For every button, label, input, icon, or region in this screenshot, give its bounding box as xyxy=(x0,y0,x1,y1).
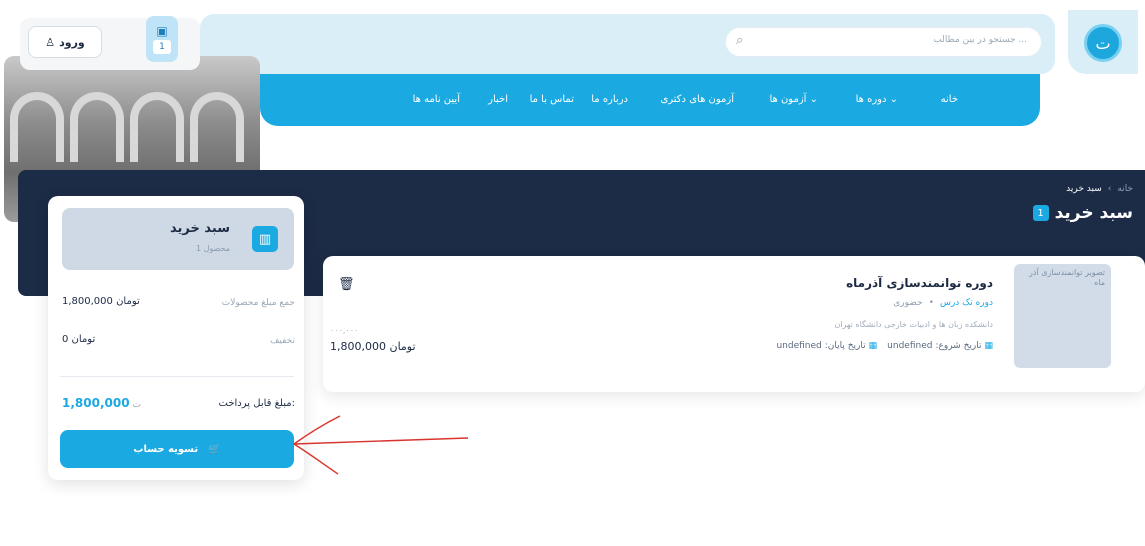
course-end: ▦ تاریخ پایان: undefined xyxy=(776,341,877,351)
course-title[interactable]: دوره توانمندسازی آذرماه xyxy=(846,276,993,290)
discount-value: 0 تومان xyxy=(62,334,96,345)
calendar-icon: ▦ xyxy=(868,341,878,351)
nav-item-phd-exams[interactable]: آزمون های دکتری xyxy=(660,94,734,105)
cart-icon: ▥ xyxy=(252,226,278,252)
start-value: undefined xyxy=(887,341,933,351)
end-value: undefined xyxy=(776,341,822,351)
cart-button[interactable]: ▣ 1 xyxy=(146,16,178,62)
summary-subtitle: 1 محصول xyxy=(196,244,230,253)
nav-item-contact[interactable]: تماس با ما xyxy=(530,94,574,105)
login-button[interactable]: ♙ ورود xyxy=(28,26,102,58)
photo-arch xyxy=(10,92,64,162)
course-start: ▦ تاریخ شروع: undefined xyxy=(887,341,993,351)
nav-item-exams[interactable]: آزمون ها ⌄ xyxy=(769,94,818,105)
summary-divider xyxy=(60,376,294,377)
subtotal-label: جمع مبلغ محصولات xyxy=(221,298,295,308)
nav-item-about[interactable]: درباره ما xyxy=(591,94,628,105)
page-title: سبد خرید 1 xyxy=(1032,203,1133,223)
nav-item-news[interactable]: اخبار xyxy=(488,94,508,105)
checkout-label: تسویه حساب xyxy=(133,443,199,455)
payable-amount: 1,800,000 ت xyxy=(62,396,141,410)
nav-item-regulations[interactable]: آیین نامه ها xyxy=(413,94,460,105)
end-label: تاریخ پایان: xyxy=(824,341,866,351)
cart-count: 1 xyxy=(153,40,171,54)
annotation-arrow xyxy=(292,415,469,475)
course-type: دوره تک درس • حضوری xyxy=(893,298,993,308)
breadcrumb-home[interactable]: خانه xyxy=(1117,184,1133,194)
discount-label: تخفیف xyxy=(270,336,295,346)
trash-icon[interactable]: 🗑 xyxy=(338,277,355,292)
user-icon: ♙ xyxy=(45,35,56,49)
search-icon: ⌕ xyxy=(736,33,744,48)
course-mode: حضوری xyxy=(893,298,923,308)
photo-arch xyxy=(130,92,184,162)
breadcrumb-separator: › xyxy=(1107,184,1112,194)
course-price: 1,800,000 تومان xyxy=(330,340,416,353)
nav-item-home[interactable]: خانه xyxy=(941,94,958,105)
arrow-shaft xyxy=(293,437,469,445)
summary-title: سبد خرید xyxy=(170,221,230,236)
login-label: ورود xyxy=(59,35,85,49)
main-nav: خانه دوره ها ⌄ آزمون ها ⌄ آزمون های دکتر… xyxy=(260,74,1040,126)
photo-arch xyxy=(70,92,124,162)
calendar-icon: ▦ xyxy=(984,341,993,351)
cart-icon: ▣ xyxy=(156,24,168,38)
course-thumbnail[interactable]: تصویر توانمندسازی آذر ماه xyxy=(1014,264,1111,368)
cart-icon: 🛒 xyxy=(208,443,221,455)
course-old-price: ۰۰۰,۰۰۰ xyxy=(330,326,359,335)
summary-header: سبد خرید 1 محصول ▥ xyxy=(62,208,294,270)
nav-item-courses[interactable]: دوره ها ⌄ xyxy=(856,94,898,105)
search-input[interactable]: جستجو در بین مطالب ... ⌕ xyxy=(725,27,1042,57)
cart-count-badge: 1 xyxy=(1032,205,1049,221)
logo-mark: ت xyxy=(1095,33,1111,53)
arrow-head xyxy=(292,415,341,475)
course-type-label: دوره تک درس xyxy=(939,298,993,308)
course-type-separator: • xyxy=(928,298,934,308)
subtotal-value: 1,800,000 تومان xyxy=(62,296,140,307)
breadcrumb-current: سبد خرید xyxy=(1066,184,1102,194)
payable-value: 1,800,000 xyxy=(62,396,130,410)
page-title-text: سبد خرید xyxy=(1054,203,1133,223)
breadcrumb: خانه › سبد خرید xyxy=(1066,184,1133,194)
payable-label: مبلغ قابل پرداخت: xyxy=(218,398,295,409)
course-thumbnail-alt: تصویر توانمندسازی آذر ماه xyxy=(1029,268,1105,288)
university-logo[interactable]: ت xyxy=(1084,24,1122,62)
photo-arch xyxy=(190,92,244,162)
checkout-button[interactable]: تسویه حساب 🛒 xyxy=(60,430,294,468)
course-organization: دانشکده زبان ها و ادبیات خارجی دانشگاه ت… xyxy=(834,320,993,329)
start-label: تاریخ شروع: xyxy=(935,341,982,351)
search-placeholder: جستجو در بین مطالب ... xyxy=(933,35,1027,45)
payable-currency: ت xyxy=(132,400,141,410)
course-dates: ▦ تاریخ شروع: undefined ▦ تاریخ پایان: u… xyxy=(776,341,993,351)
